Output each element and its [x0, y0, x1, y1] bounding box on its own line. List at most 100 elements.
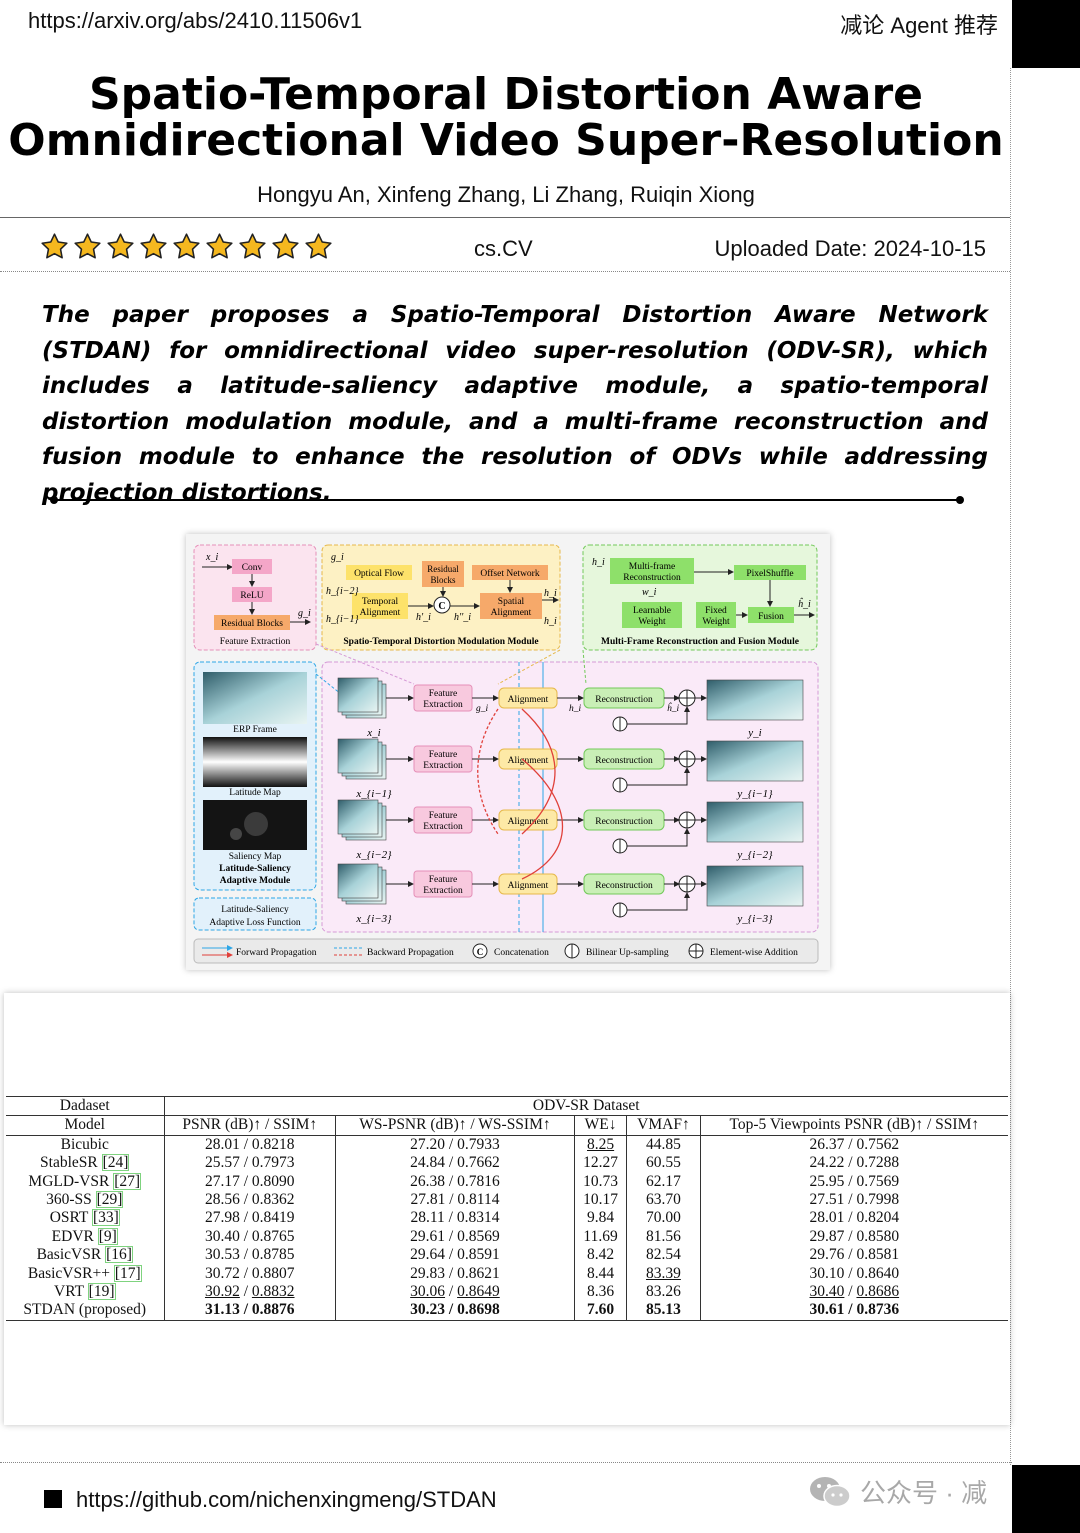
citation-link[interactable]: [19]	[87, 1283, 116, 1301]
star-icon	[173, 233, 200, 259]
top5-sep: /	[844, 1135, 857, 1153]
vmaf-value: 83.26	[645, 1283, 681, 1301]
res-label: Residual Blocks	[221, 619, 283, 629]
cell-model: BasicVSR [16]	[6, 1246, 165, 1265]
saliency-blob	[244, 812, 268, 836]
cell-psnr-a: 31.13	[204, 1301, 240, 1319]
rating-stars	[40, 232, 333, 261]
vmaf-value: 82.54	[645, 1246, 681, 1264]
row-recon-label: Reconstruction	[595, 817, 653, 827]
we-value: 8.36	[587, 1283, 615, 1301]
top5-sep: /	[844, 1283, 857, 1301]
star-icon	[74, 233, 101, 259]
cell-wspsnr: 30.06 / 0.8649	[335, 1283, 575, 1302]
top5-b: 0.8204	[856, 1209, 900, 1227]
legend-upsample: Bilinear Up-sampling	[586, 948, 669, 958]
top5-sep: /	[844, 1227, 857, 1245]
cell-top5: 30.40 / 0.8686	[700, 1283, 1008, 1301]
citation-link[interactable]: [17]	[113, 1264, 142, 1282]
spatial-label-2: Alignment	[491, 608, 532, 618]
row-x-label: x_{i−1}	[355, 788, 392, 800]
top5-sep: /	[844, 1301, 857, 1319]
cell-wspsnr: 24.84 / 0.7662	[335, 1154, 575, 1173]
dataset-label: Dadaset	[6, 1095, 165, 1116]
stdm-res-label: Residual	[427, 564, 459, 574]
cell-psnr-sep: /	[239, 1227, 252, 1245]
cell-psnr-sep: /	[239, 1246, 252, 1264]
row-recon-label: Reconstruction	[595, 695, 653, 705]
citation-link[interactable]: [9]	[97, 1227, 118, 1245]
model-name: 360-SS	[46, 1191, 92, 1209]
citation-link[interactable]: [24]	[101, 1154, 130, 1172]
cell-we: 8.44	[574, 1264, 628, 1284]
lsam-caption-1: Latitude-Saliency	[219, 864, 291, 874]
cell-wspsnr: 30.23 / 0.8698	[335, 1301, 575, 1321]
lsam-caption-2: Adaptive Module	[220, 876, 290, 886]
wechat-watermark: 公众号 · 减	[808, 1473, 987, 1510]
cell-wspsnr-b: 0.8569	[457, 1227, 500, 1245]
saliency-blob-2	[230, 828, 242, 840]
cell-psnr-b: 0.8362	[251, 1191, 295, 1209]
output-frame	[706, 865, 804, 907]
cell-psnr-a: 28.01	[204, 1135, 240, 1153]
top5-b: 0.8686	[856, 1283, 900, 1301]
stdm-g-label: g_i	[331, 552, 344, 563]
bullet-square-icon	[44, 1490, 62, 1508]
optical-flow-label: Optical Flow	[354, 569, 404, 579]
star-icon	[239, 233, 266, 259]
we-value: 10.17	[583, 1191, 619, 1209]
citation-link[interactable]: [29]	[95, 1191, 124, 1209]
cell-psnr-sep: /	[239, 1301, 252, 1319]
cell-vmaf: 83.26	[626, 1283, 701, 1302]
cell-wspsnr: 27.81 / 0.8114	[335, 1191, 575, 1210]
top5-a: 30.40	[809, 1283, 845, 1301]
cell-wspsnr-a: 29.61	[410, 1227, 446, 1245]
we-value: 8.42	[587, 1246, 615, 1264]
cell-model: 360-SS [29]	[6, 1191, 165, 1210]
learnable-label-1: Learnable	[633, 606, 671, 616]
model-name: BasicVSR++	[27, 1264, 110, 1282]
cell-model: StableSR [24]	[6, 1154, 165, 1173]
table-row: VRT [19] 30.92 / 0.8832 30.06 / 0.8649 8.36…	[6, 1283, 1008, 1302]
section-divider	[54, 499, 960, 501]
citation-link[interactable]: [33]	[91, 1209, 120, 1227]
upload-date: Uploaded Date: 2024-10-15	[714, 236, 986, 261]
cell-wspsnr-b: 0.7933	[457, 1135, 500, 1153]
cell-psnr-b: 0.7973	[251, 1154, 295, 1172]
citation-link[interactable]: [16]	[105, 1246, 133, 1264]
cell-psnr-a: 30.92	[204, 1283, 240, 1301]
github-link[interactable]: https://github.com/nichenxingmeng/STDAN	[76, 1487, 497, 1513]
cell-top5: 28.01 / 0.8204	[700, 1209, 1008, 1227]
title-line-1: Spatio-Temporal Distortion Aware	[88, 69, 924, 120]
cell-top5: 29.76 / 0.8581	[700, 1246, 1008, 1264]
cell-wspsnr-sep: /	[445, 1135, 458, 1153]
cell-wspsnr-b: 0.8649	[457, 1283, 500, 1301]
cell-psnr-sep: /	[239, 1172, 252, 1190]
cell-psnr-sep: /	[239, 1191, 252, 1209]
arxiv-url[interactable]: https://arxiv.org/abs/2410.11506v1	[28, 8, 362, 34]
cell-we: 12.27	[574, 1154, 628, 1173]
erp-frame-image	[203, 672, 307, 724]
table-row: 360-SS [29] 28.56 / 0.8362 27.81 / 0.8114 1…	[6, 1191, 1008, 1210]
top5-a: 30.61	[809, 1301, 845, 1319]
model-name: EDVR	[51, 1227, 94, 1245]
citation-link[interactable]: [27]	[113, 1172, 142, 1190]
col-vmaf: VMAF↑	[626, 1115, 701, 1136]
divider-dot-left	[50, 496, 58, 504]
cell-wspsnr-sep: /	[445, 1283, 458, 1301]
col-wspsnr: WS-PSNR (dB)↑ / WS-SSIM↑	[335, 1115, 575, 1136]
output-frame	[706, 801, 804, 843]
cell-vmaf: 60.55	[626, 1154, 701, 1173]
latitude-caption: Latitude Map	[229, 788, 281, 798]
stdm-him1: h_{i−1}	[326, 614, 359, 625]
output-frame	[706, 679, 804, 721]
spatial-label-1: Spatial	[498, 597, 525, 607]
cell-psnr-sep: /	[239, 1154, 252, 1172]
cell-psnr: 27.17 / 0.8090	[164, 1172, 336, 1192]
cell-wspsnr-a: 29.64	[410, 1246, 446, 1264]
cell-wspsnr-b: 0.8114	[457, 1191, 500, 1209]
vmaf-value: 60.55	[645, 1154, 681, 1172]
cell-wspsnr-b: 0.8314	[456, 1209, 500, 1227]
top5-b: 0.7562	[856, 1135, 900, 1153]
cell-wspsnr-b: 0.7816	[457, 1172, 500, 1190]
